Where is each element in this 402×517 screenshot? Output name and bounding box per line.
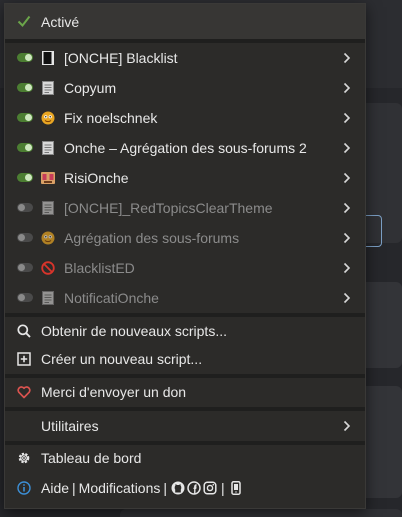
chevron-right-icon (343, 420, 351, 432)
chevron-right-icon (343, 142, 351, 154)
toggle-off-icon[interactable] (17, 233, 33, 242)
toggle-on-icon[interactable] (17, 173, 33, 182)
create-script-label: Créer un nouveau script... (41, 351, 203, 367)
dashboard-item[interactable]: Tableau de bord (5, 445, 365, 473)
script-item-onche-agregation-2[interactable]: Onche – Agrégation des sous-forums 2 (5, 133, 365, 163)
utilities-item[interactable]: Utilitaires (5, 411, 365, 441)
script-item-redtopicscleartheme[interactable]: [ONCHE]_RedTopicsClearTheme (5, 193, 365, 223)
smiley-icon (41, 231, 55, 245)
chevron-right-icon (343, 202, 351, 214)
userscript-popup-menu: Activé [ONCHE] Blacklist Copyum Fix noel… (4, 3, 366, 509)
utilities-label: Utilitaires (41, 418, 99, 434)
document-icon (42, 201, 54, 215)
script-name: Fix noelschnek (64, 110, 158, 126)
gear-icon (18, 452, 30, 464)
script-item-notificationche[interactable]: NotificatiOnche (5, 283, 365, 313)
chevron-right-icon (343, 262, 351, 274)
toggle-on-icon[interactable] (17, 143, 33, 152)
chevron-right-icon (343, 232, 351, 244)
document-icon (42, 141, 54, 155)
script-name: Onche – Agrégation des sous-forums 2 (64, 140, 307, 156)
background-card (120, 509, 402, 517)
chevron-right-icon (343, 172, 351, 184)
chevron-right-icon (343, 82, 351, 94)
github-icon[interactable] (171, 481, 185, 495)
risitas-icon (41, 172, 55, 184)
heart-icon (17, 386, 31, 399)
link-separator: | (72, 480, 76, 496)
script-item-fix-noelschnek[interactable]: Fix noelschnek (5, 103, 365, 133)
toggle-off-icon[interactable] (17, 263, 33, 272)
instagram-icon[interactable] (203, 481, 217, 495)
document-icon (42, 81, 54, 95)
info-icon (17, 481, 31, 495)
black-book-icon (42, 51, 54, 65)
script-item-risionche[interactable]: RisiOnche (5, 163, 365, 193)
script-name: Copyum (64, 80, 117, 96)
script-item-blacklisted[interactable]: BlacklistED (5, 253, 365, 283)
facebook-icon[interactable] (187, 481, 201, 495)
chevron-right-icon (343, 292, 351, 304)
script-name: [ONCHE] Blacklist (64, 50, 178, 66)
changes-link[interactable]: Modifications (79, 480, 161, 496)
forbidden-icon (41, 261, 55, 275)
toggle-enabled-item[interactable]: Activé (5, 4, 365, 39)
script-item-agregation-sous-forums[interactable]: Agrégation des sous-forums (5, 223, 365, 253)
toggle-off-icon[interactable] (17, 203, 33, 212)
script-name: [ONCHE]_RedTopicsClearTheme (64, 200, 273, 216)
donate-item[interactable]: Merci d'envoyer un don (5, 378, 365, 407)
enabled-label: Activé (41, 14, 80, 30)
link-separator: | (221, 480, 225, 496)
search-icon (17, 324, 31, 338)
create-new-script-item[interactable]: Créer un nouveau script... (5, 345, 365, 374)
get-scripts-label: Obtenir de nouveaux scripts... (41, 323, 227, 339)
script-name: Agrégation des sous-forums (64, 230, 240, 246)
script-name: BlacklistED (64, 260, 135, 276)
script-item-copyum[interactable]: Copyum (5, 73, 365, 103)
chevron-right-icon (343, 112, 351, 124)
script-name: NotificatiOnche (64, 290, 159, 306)
link-separator: | (163, 480, 168, 496)
help-links-row: Aide | Modifications | | (5, 473, 365, 503)
mobile-phone-icon[interactable] (229, 481, 243, 495)
check-icon (17, 15, 31, 28)
help-links: Aide | Modifications | | (41, 480, 244, 496)
chevron-right-icon (343, 52, 351, 64)
smiley-icon (41, 111, 55, 125)
donate-label: Merci d'envoyer un don (41, 384, 187, 400)
get-new-scripts-item[interactable]: Obtenir de nouveaux scripts... (5, 317, 365, 345)
toggle-on-icon[interactable] (17, 83, 33, 92)
document-icon (42, 291, 54, 305)
toggle-off-icon[interactable] (17, 293, 33, 302)
help-link[interactable]: Aide (41, 480, 69, 496)
toggle-on-icon[interactable] (17, 53, 33, 62)
plus-square-icon (17, 352, 31, 366)
dashboard-label: Tableau de bord (41, 450, 142, 466)
script-item-onche-blacklist[interactable]: [ONCHE] Blacklist (5, 43, 365, 73)
toggle-on-icon[interactable] (17, 113, 33, 122)
script-name: RisiOnche (64, 170, 129, 186)
